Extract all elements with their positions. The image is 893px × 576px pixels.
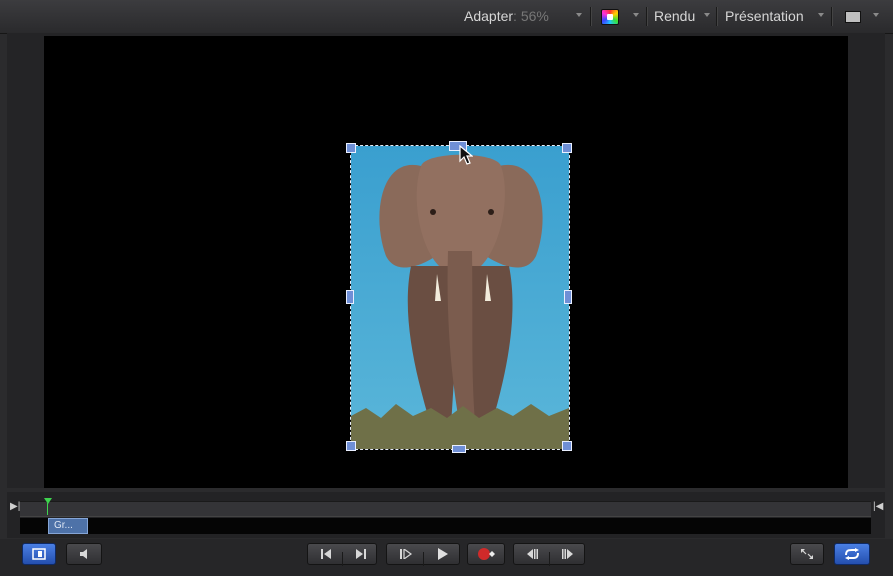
presentation-chevron-down-icon[interactable] [818,13,824,17]
fullscreen-icon [801,549,813,559]
show-inspector-button[interactable] [22,543,56,565]
next-frame-icon [562,549,573,559]
transform-handle-top-left[interactable] [346,143,356,153]
transform-handle-left[interactable] [346,290,354,304]
selection-bounding-box[interactable] [350,145,570,450]
play-range-in-marker-icon[interactable]: ▶| [10,501,20,512]
fit-zoom-chevron-down-icon[interactable] [576,13,582,17]
record-button[interactable] [467,543,505,565]
render-menu[interactable]: Rendu [654,8,695,24]
go-to-start-end-group [307,543,378,566]
frame-step-group [513,543,586,566]
fit-zoom-menu[interactable]: Adapter: 56% [464,8,549,24]
color-wheel-icon[interactable] [601,9,619,25]
speaker-icon [80,549,87,559]
transform-handle-right[interactable] [564,290,572,304]
record-icon [478,548,495,560]
playhead-line [47,503,48,515]
toolbar-divider [831,7,832,26]
playback-group [386,543,461,566]
timeline-ruler[interactable] [20,501,871,517]
timeline-clip[interactable]: Gr... [48,518,88,534]
loop-icon [845,548,859,560]
loop-playback-button[interactable] [834,543,870,565]
fit-zoom-value: : 56% [513,8,549,24]
transform-handle-bottom-left[interactable] [346,441,356,451]
inspector-icon [32,548,46,560]
color-channels-chevron-down-icon[interactable] [633,13,639,17]
audio-button[interactable] [66,543,102,565]
presentation-menu[interactable]: Présentation [725,8,804,24]
timeline-track[interactable] [20,518,871,534]
next-frame-button[interactable] [550,544,586,564]
transform-handle-bottom[interactable] [452,445,466,453]
fullscreen-button[interactable] [790,543,824,565]
mouse-cursor-icon [459,145,473,165]
render-chevron-down-icon[interactable] [704,13,710,17]
view-layout-icon[interactable] [845,11,861,23]
play-range-out-marker-icon[interactable]: |◀ [873,501,883,512]
fit-zoom-label: Adapter [464,8,514,24]
toolbar-divider [646,7,647,26]
toolbar-divider [716,7,717,26]
go-to-start-icon [320,549,331,559]
go-to-end-icon [355,549,366,559]
play-from-start-button[interactable] [387,544,424,564]
play-icon [437,548,448,560]
play-button[interactable] [424,544,461,564]
transform-handle-bottom-right[interactable] [562,441,572,451]
play-from-start-icon [399,549,412,559]
toolbar-divider [590,7,591,26]
previous-frame-button[interactable] [514,544,550,564]
previous-frame-icon [527,549,538,559]
view-layout-chevron-down-icon[interactable] [873,13,879,17]
viewer-toolbar: Adapter: 56% Rendu Présentation [0,0,893,34]
playhead[interactable] [44,498,52,504]
go-to-end-button[interactable] [343,544,378,564]
go-to-start-button[interactable] [308,544,343,564]
transform-handle-top-right[interactable] [562,143,572,153]
